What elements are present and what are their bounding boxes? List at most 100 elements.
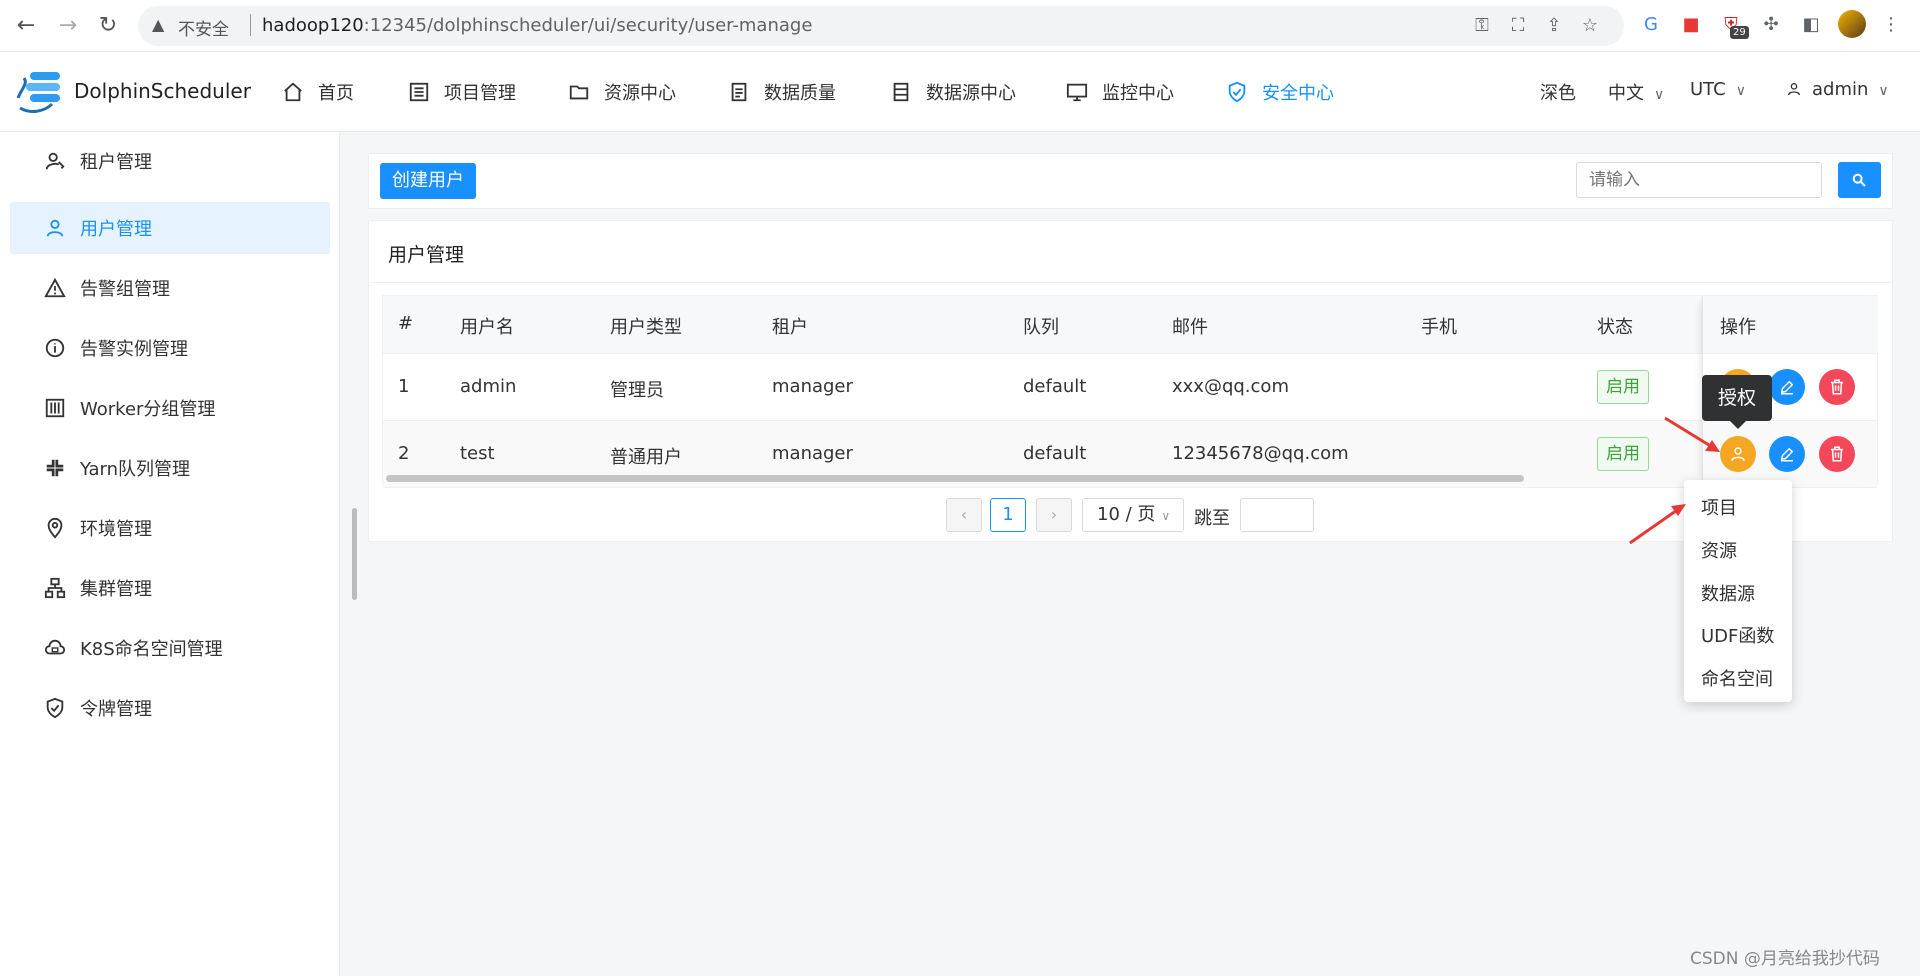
back-arrow-icon[interactable]: ← xyxy=(12,12,40,40)
translate-icon[interactable]: ⛶ xyxy=(1506,15,1530,36)
trash-icon xyxy=(1831,379,1843,395)
nav-datasource[interactable]: 数据源中心 xyxy=(890,79,1016,105)
key-icon[interactable]: ⚿ xyxy=(1470,15,1494,36)
edit-button[interactable] xyxy=(1769,436,1805,472)
cell-index: 2 xyxy=(398,443,410,464)
table-horizontal-scrollbar[interactable] xyxy=(386,475,1524,482)
nav-resource[interactable]: 资源中心 xyxy=(568,79,676,105)
dolphin-logo-icon[interactable] xyxy=(14,68,70,116)
edit-pencil-icon xyxy=(1780,380,1794,395)
worker-group-icon xyxy=(45,398,65,418)
search-input[interactable] xyxy=(1576,162,1822,198)
col-user-type: 用户类型 xyxy=(610,317,682,338)
sidebar-item-token[interactable]: 令牌管理 xyxy=(10,682,330,734)
dropdown-item-namespace[interactable]: 命名空间 xyxy=(1701,665,1773,691)
nav-monitor[interactable]: 监控中心 xyxy=(1066,79,1174,105)
puzzle-icon[interactable]: ✣ xyxy=(1756,10,1786,40)
cell-email: xxx@qq.com xyxy=(1172,376,1289,397)
cell-tenant: manager xyxy=(772,376,853,397)
watermark: CSDN @月亮给我抄代码 xyxy=(1690,949,1880,969)
warning-icon xyxy=(44,277,66,298)
status-badge: 启用 xyxy=(1597,370,1649,404)
sidebar-item-alert-group[interactable]: 告警组管理 xyxy=(10,262,330,314)
jump-page-input[interactable] xyxy=(1240,498,1314,532)
nav-resource-label: 资源中心 xyxy=(604,83,676,104)
card-divider xyxy=(370,282,1891,283)
token-shield-icon xyxy=(46,697,64,719)
location-icon xyxy=(47,517,63,539)
edit-button[interactable] xyxy=(1769,369,1805,405)
address-bar[interactable]: ▲ 不安全 hadoop120:12345/dolphinscheduler/u… xyxy=(138,6,1624,46)
theme-toggle[interactable]: 深色 xyxy=(1540,79,1576,105)
user-icon xyxy=(46,219,64,237)
sidebar-item-user[interactable]: 用户管理 xyxy=(10,202,330,254)
col-operations: 操作 xyxy=(1720,317,1756,338)
col-phone: 手机 xyxy=(1421,317,1457,338)
brand-name[interactable]: DolphinScheduler xyxy=(74,79,251,103)
user-menu[interactable]: admin ∨ xyxy=(1786,79,1889,100)
user-name: admin xyxy=(1812,79,1869,100)
timezone-select[interactable]: UTC ∨ xyxy=(1690,79,1746,100)
app-header: DolphinScheduler 首页 项目管理 资源中心 数据质量 数据源中心… xyxy=(0,52,1920,132)
dropdown-item-udf[interactable]: UDF函数 xyxy=(1701,622,1774,648)
nav-data-quality[interactable]: 数据质量 xyxy=(728,79,836,105)
page-size-label: 10 / 页 xyxy=(1097,504,1156,525)
sidebar-item-label: K8S命名空间管理 xyxy=(80,639,223,660)
nav-security[interactable]: 安全中心 xyxy=(1226,79,1334,105)
google-translate-ext-icon[interactable]: G xyxy=(1636,10,1666,40)
share-icon[interactable]: ⇪ xyxy=(1542,15,1566,36)
timezone-label: UTC xyxy=(1690,79,1726,100)
chevron-down-icon: ∨ xyxy=(1654,87,1665,103)
cell-email: 12345678@qq.com xyxy=(1172,443,1349,464)
sidebar-item-worker-group[interactable]: Worker分组管理 xyxy=(10,382,330,434)
annotation-arrows xyxy=(1629,416,1720,545)
dropdown-item-datasource[interactable]: 数据源 xyxy=(1701,580,1755,606)
sidebar-item-alert-instance[interactable]: 告警实例管理 xyxy=(10,322,330,374)
theme-label: 深色 xyxy=(1540,83,1576,104)
cell-user-type: 管理员 xyxy=(610,380,664,401)
shield-ext-icon[interactable]: ⛨ 29 xyxy=(1716,10,1749,40)
cluster-icon xyxy=(44,577,66,599)
url-path: :12345/dolphinscheduler/ui/security/user… xyxy=(363,15,813,36)
sidebar-item-label: 租户管理 xyxy=(80,152,152,173)
sidebar-item-environment[interactable]: 环境管理 xyxy=(10,502,330,554)
forward-arrow-icon[interactable]: → xyxy=(54,12,82,40)
sidebar-item-tenant[interactable]: 租户管理 xyxy=(10,135,330,187)
red-ext-icon[interactable]: ■ xyxy=(1676,10,1706,40)
col-index: # xyxy=(398,313,414,334)
delete-button[interactable] xyxy=(1819,369,1855,405)
sidepanel-icon[interactable]: ◧ xyxy=(1796,10,1826,40)
sidebar-item-yarn-queue[interactable]: Yarn队列管理 xyxy=(10,442,330,494)
create-user-button[interactable]: 创建用户 xyxy=(380,163,476,199)
sidebar-scrollbar[interactable] xyxy=(352,508,357,600)
trash-icon xyxy=(1831,446,1843,462)
prev-page-button[interactable]: ‹ xyxy=(946,498,982,532)
url-text[interactable]: hadoop120:12345/dolphinscheduler/ui/secu… xyxy=(262,15,812,36)
reload-icon[interactable]: ↻ xyxy=(94,12,122,40)
user-icon xyxy=(1788,83,1800,96)
nav-home[interactable]: 首页 xyxy=(282,79,354,105)
delete-button[interactable] xyxy=(1819,436,1855,472)
nav-project[interactable]: 项目管理 xyxy=(408,79,516,105)
col-status: 状态 xyxy=(1597,317,1633,338)
search-button[interactable] xyxy=(1838,162,1881,198)
tenant-icon xyxy=(45,152,65,170)
page-number-current[interactable]: 1 xyxy=(990,498,1026,532)
yarn-queue-icon xyxy=(46,459,64,477)
sidebar-item-k8s-namespace[interactable]: K8S命名空间管理 xyxy=(10,622,330,674)
chevron-down-icon: ∨ xyxy=(1735,83,1746,99)
col-username: 用户名 xyxy=(460,317,514,338)
sidebar-item-label: 集群管理 xyxy=(80,579,152,600)
page-size-select[interactable]: 10 / 页 ∨ xyxy=(1082,498,1184,532)
nav-datasource-label: 数据源中心 xyxy=(926,83,1016,104)
language-select[interactable]: 中文 ∨ xyxy=(1608,79,1664,105)
sidebar-item-cluster[interactable]: 集群管理 xyxy=(10,562,330,614)
profile-avatar[interactable] xyxy=(1838,10,1866,38)
cell-tenant: manager xyxy=(772,443,853,464)
star-icon[interactable]: ☆ xyxy=(1578,15,1602,36)
sidebar-item-label: Yarn队列管理 xyxy=(80,459,191,480)
menu-dots-icon[interactable]: ⋮ xyxy=(1876,10,1906,40)
next-page-button[interactable]: › xyxy=(1036,498,1072,532)
monitor-icon xyxy=(1066,83,1088,102)
url-host: hadoop120 xyxy=(262,15,364,36)
